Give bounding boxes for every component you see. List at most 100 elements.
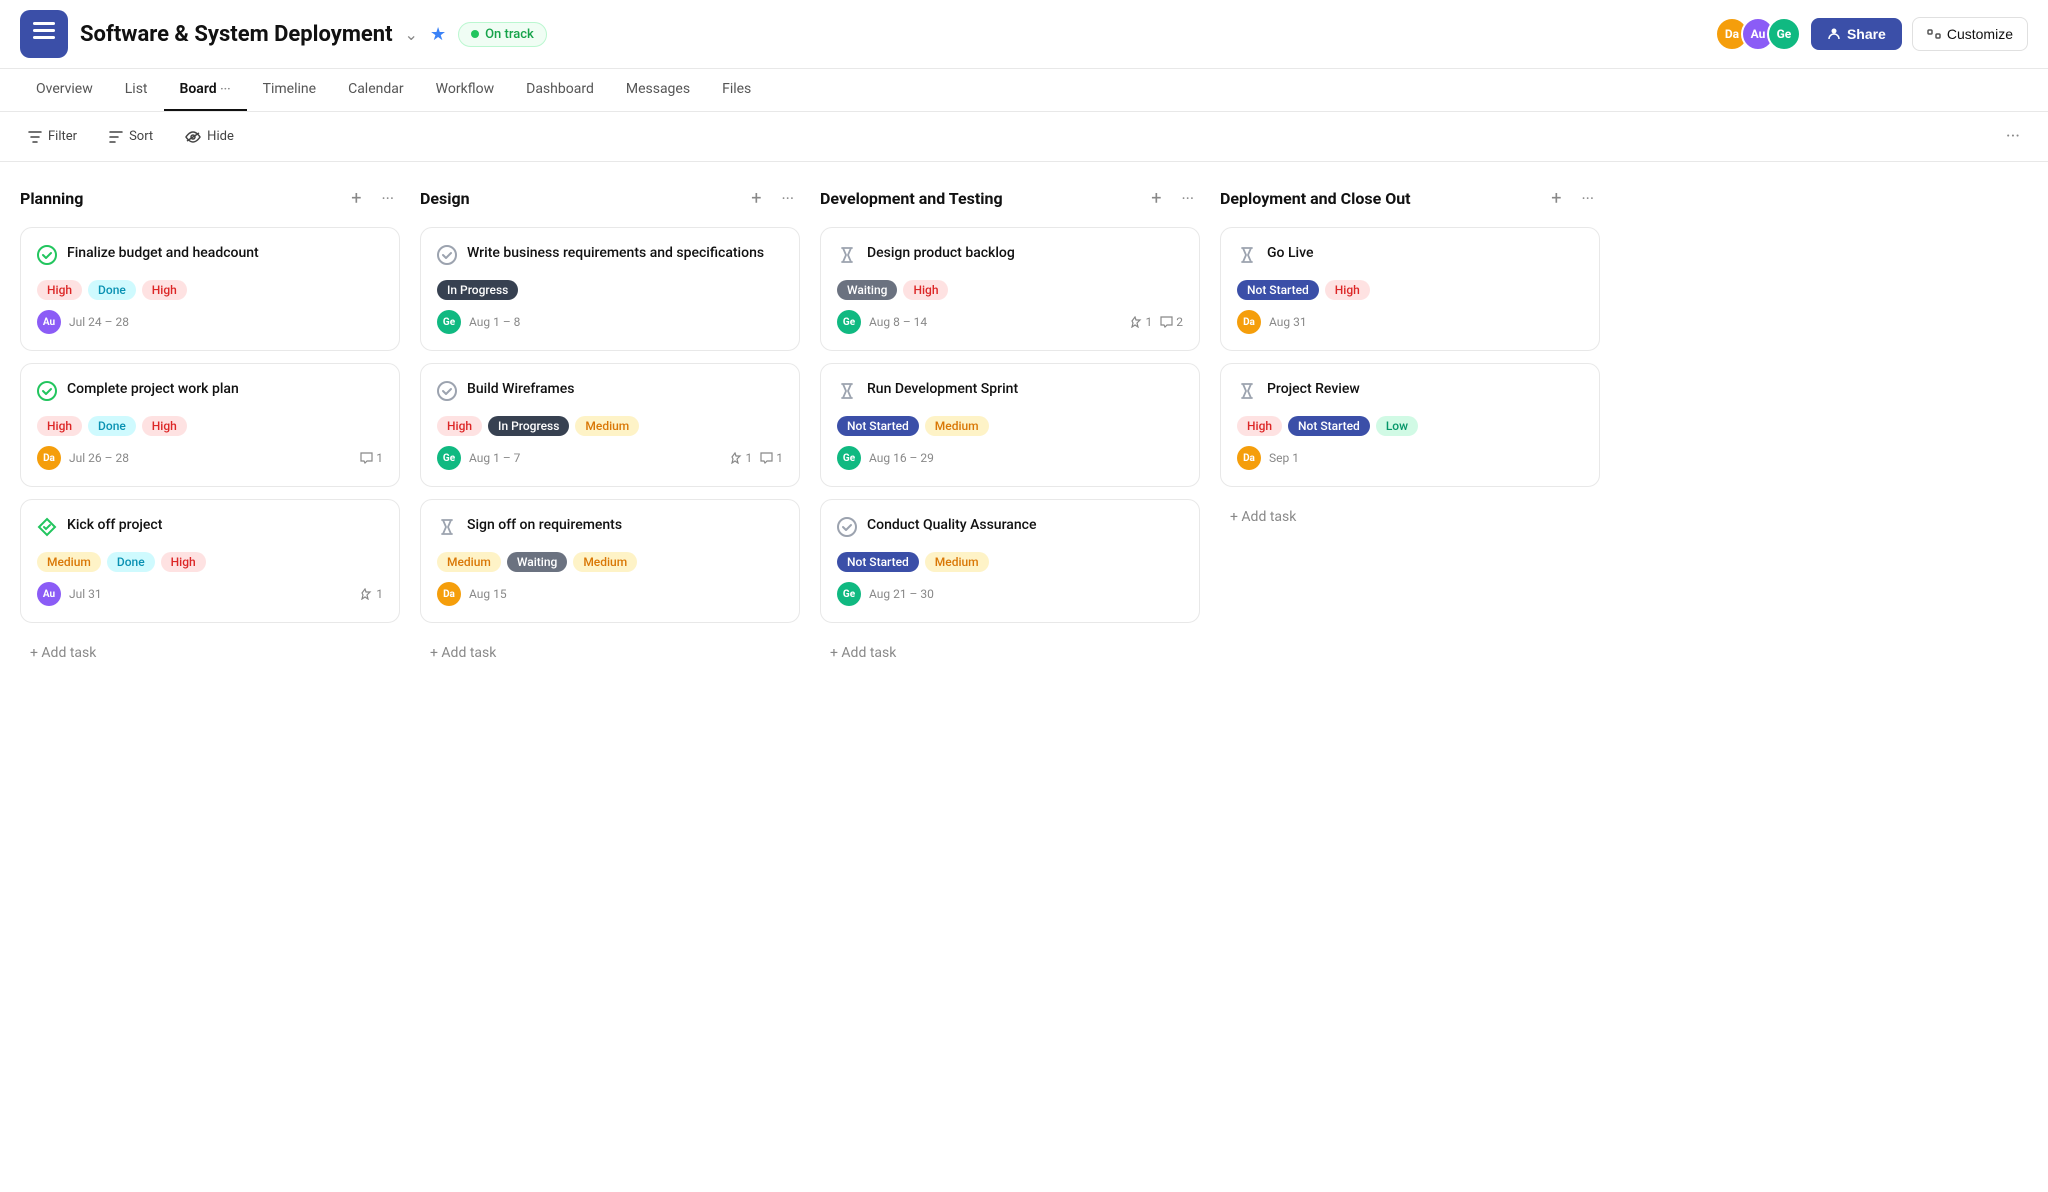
card-title: Project Review bbox=[1267, 380, 1360, 400]
comments-count: 1 bbox=[760, 451, 783, 465]
card-card-9[interactable]: Conduct Quality Assurance Not StartedMed… bbox=[820, 499, 1200, 623]
tag-high: High bbox=[161, 552, 206, 572]
tag-medium: Medium bbox=[925, 416, 989, 436]
column-more-button-design[interactable]: ··· bbox=[775, 187, 800, 210]
card-date: Sep 1 bbox=[1269, 451, 1575, 465]
column-add-button-design[interactable]: + bbox=[745, 186, 767, 211]
card-title: Complete project work plan bbox=[67, 380, 239, 400]
column-header-design: Design + ··· bbox=[420, 186, 800, 211]
column-more-button-planning[interactable]: ··· bbox=[375, 187, 400, 210]
top-bar-right: Da Au Ge Share Customize bbox=[1715, 17, 2028, 51]
tab-board[interactable]: Board ··· bbox=[164, 69, 247, 111]
card-card-3[interactable]: Kick off project MediumDoneHigh Au Jul 3… bbox=[20, 499, 400, 623]
card-status-icon bbox=[837, 245, 857, 270]
card-tags: Not StartedHigh bbox=[1237, 280, 1583, 300]
card-footer: Da Aug 15 bbox=[437, 582, 783, 606]
column-dev-testing: Development and Testing + ··· Design pro… bbox=[820, 186, 1200, 1168]
card-card-1[interactable]: Finalize budget and headcount HighDoneHi… bbox=[20, 227, 400, 351]
tag-done: Done bbox=[88, 416, 136, 436]
tag-medium: Medium bbox=[37, 552, 101, 572]
tab-calendar[interactable]: Calendar bbox=[332, 69, 420, 111]
column-deployment: Deployment and Close Out + ··· Go Live N… bbox=[1220, 186, 1600, 1168]
add-task-button-dev-testing[interactable]: + Add task bbox=[820, 635, 1200, 671]
likes-count: 1 bbox=[360, 587, 383, 601]
tab-dashboard[interactable]: Dashboard bbox=[510, 69, 610, 111]
column-more-button-dev-testing[interactable]: ··· bbox=[1175, 187, 1200, 210]
card-tags: HighDoneHigh bbox=[37, 280, 383, 300]
card-tags: In Progress bbox=[437, 280, 783, 300]
card-date: Jul 24 – 28 bbox=[69, 315, 375, 329]
card-card-2[interactable]: Complete project work plan HighDoneHigh … bbox=[20, 363, 400, 487]
card-header: Build Wireframes bbox=[437, 380, 783, 406]
card-card-7[interactable]: Design product backlog WaitingHigh Ge Au… bbox=[820, 227, 1200, 351]
favorite-icon[interactable]: ★ bbox=[430, 24, 446, 45]
tag-high: High bbox=[142, 280, 187, 300]
toolbar: Filter Sort Hide ··· bbox=[0, 112, 2048, 162]
card-card-5[interactable]: Build Wireframes HighIn ProgressMedium G… bbox=[420, 363, 800, 487]
card-header: Kick off project bbox=[37, 516, 383, 542]
card-header: Project Review bbox=[1237, 380, 1583, 406]
sort-button[interactable]: Sort bbox=[101, 125, 161, 148]
filter-button[interactable]: Filter bbox=[20, 125, 85, 148]
tag-high: High bbox=[903, 280, 948, 300]
column-add-button-deployment[interactable]: + bbox=[1545, 186, 1567, 211]
column-add-button-dev-testing[interactable]: + bbox=[1145, 186, 1167, 211]
tab-list[interactable]: List bbox=[109, 69, 164, 111]
status-label: On track bbox=[485, 27, 534, 42]
title-dropdown-icon[interactable]: ⌄ bbox=[405, 25, 418, 44]
card-avatar: Ge bbox=[837, 582, 861, 606]
card-card-6[interactable]: Sign off on requirements MediumWaitingMe… bbox=[420, 499, 800, 623]
add-task-button-deployment[interactable]: + Add task bbox=[1220, 499, 1600, 535]
card-footer: Ge Aug 21 – 30 bbox=[837, 582, 1183, 606]
column-add-button-planning[interactable]: + bbox=[345, 186, 367, 211]
column-more-button-deployment[interactable]: ··· bbox=[1575, 187, 1600, 210]
card-footer: Da Sep 1 bbox=[1237, 446, 1583, 470]
tag-not-started: Not Started bbox=[1237, 280, 1319, 300]
tag-done: Done bbox=[107, 552, 155, 572]
card-status-icon bbox=[837, 381, 857, 406]
card-header: Finalize budget and headcount bbox=[37, 244, 383, 270]
customize-button[interactable]: Customize bbox=[1912, 17, 2028, 51]
column-title-design: Design bbox=[420, 189, 737, 208]
card-tags: Not StartedMedium bbox=[837, 552, 1183, 572]
card-status-icon bbox=[437, 245, 457, 270]
card-date: Aug 31 bbox=[1269, 315, 1575, 329]
status-badge: On track bbox=[458, 22, 547, 47]
hide-button[interactable]: Hide bbox=[177, 125, 242, 148]
tab-overview[interactable]: Overview bbox=[20, 69, 109, 111]
card-date: Aug 15 bbox=[469, 587, 775, 601]
add-task-button-planning[interactable]: + Add task bbox=[20, 635, 400, 671]
card-card-11[interactable]: Project Review HighNot StartedLow Da Sep… bbox=[1220, 363, 1600, 487]
likes-count: 1 bbox=[1130, 315, 1153, 329]
card-card-4[interactable]: Write business requirements and specific… bbox=[420, 227, 800, 351]
card-title: Sign off on requirements bbox=[467, 516, 622, 536]
share-button[interactable]: Share bbox=[1811, 18, 1902, 50]
card-card-10[interactable]: Go Live Not StartedHigh Da Aug 31 bbox=[1220, 227, 1600, 351]
card-tags: MediumWaitingMedium bbox=[437, 552, 783, 572]
menu-icon bbox=[33, 22, 55, 46]
tab-messages[interactable]: Messages bbox=[610, 69, 706, 111]
tab-files[interactable]: Files bbox=[706, 69, 767, 111]
card-tags: HighDoneHigh bbox=[37, 416, 383, 436]
toolbar-more-button[interactable]: ··· bbox=[1998, 122, 2028, 151]
avatars-group: Da Au Ge bbox=[1715, 17, 1801, 51]
card-card-8[interactable]: Run Development Sprint Not StartedMedium… bbox=[820, 363, 1200, 487]
menu-button[interactable] bbox=[20, 10, 68, 58]
tag-high: High bbox=[1237, 416, 1282, 436]
likes-count: 1 bbox=[730, 451, 753, 465]
card-title: Run Development Sprint bbox=[867, 380, 1018, 400]
add-task-button-design[interactable]: + Add task bbox=[420, 635, 800, 671]
tag-not-started: Not Started bbox=[1288, 416, 1370, 436]
card-avatar: Da bbox=[437, 582, 461, 606]
card-status-icon bbox=[37, 517, 57, 542]
tab-timeline[interactable]: Timeline bbox=[247, 69, 332, 111]
card-title: Go Live bbox=[1267, 244, 1313, 264]
card-footer: Ge Aug 1 – 7 11 bbox=[437, 446, 783, 470]
avatar-ge[interactable]: Ge bbox=[1767, 17, 1801, 51]
column-planning: Planning + ··· Finalize budget and headc… bbox=[20, 186, 400, 1168]
card-tags: HighNot StartedLow bbox=[1237, 416, 1583, 436]
tab-workflow[interactable]: Workflow bbox=[420, 69, 511, 111]
tag-high: High bbox=[437, 416, 482, 436]
card-meta: 11 bbox=[730, 451, 784, 465]
card-date: Jul 26 – 28 bbox=[69, 451, 352, 465]
